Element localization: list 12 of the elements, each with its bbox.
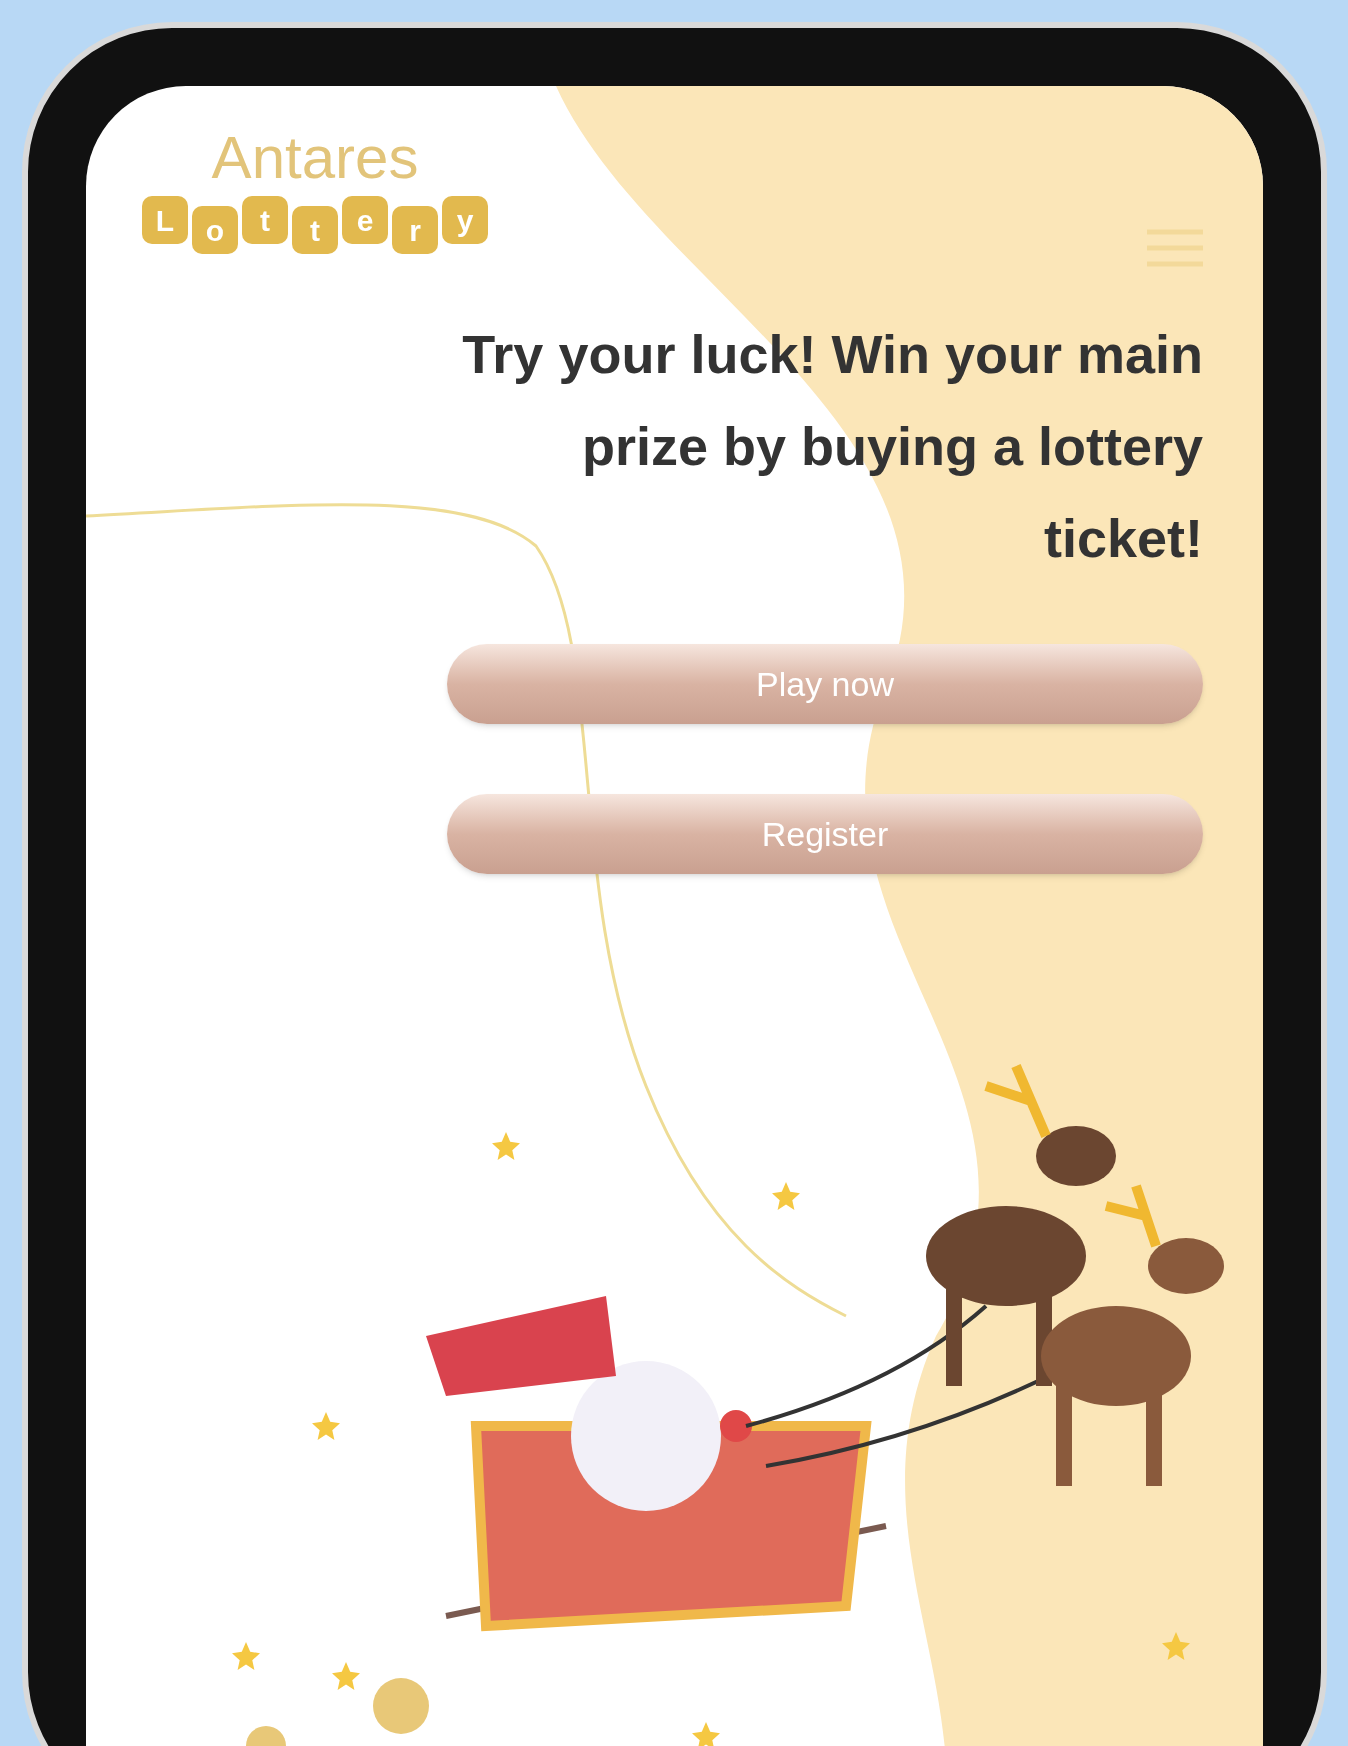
action-button[interactable]: Register — [447, 794, 1203, 874]
logo-name: Antares — [211, 128, 419, 188]
logo-letter-tile: y — [442, 196, 488, 244]
action-button[interactable]: Play now — [447, 644, 1203, 724]
logo-letter-tile: r — [392, 206, 438, 254]
menu-icon[interactable] — [1147, 228, 1203, 268]
logo-letter-tile: e — [342, 196, 388, 244]
hero-heading: Try your luck! Win your main prize by buying a lottery ticket! — [461, 323, 1203, 570]
logo-letter-tile: t — [242, 196, 288, 244]
logo-letter-tile: t — [292, 206, 338, 254]
logo-letter-tile: L — [142, 196, 188, 244]
logo-letter-tile: o — [192, 206, 238, 254]
